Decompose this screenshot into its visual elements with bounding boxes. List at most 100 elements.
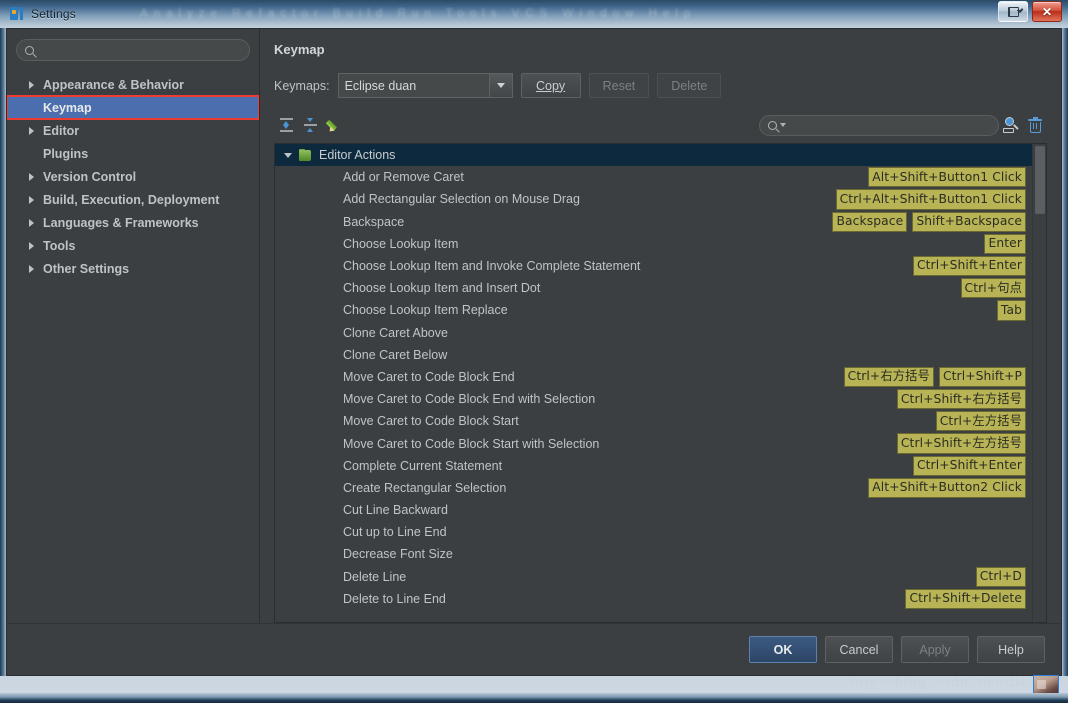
keymap-row[interactable]: Choose Lookup Item Enter	[275, 233, 1032, 255]
keymap-row[interactable]: Move Caret to Code Block Start with Sele…	[275, 432, 1032, 454]
shortcut-badge[interactable]: Ctrl+句点	[960, 278, 1026, 299]
sidebar-item-other-settings[interactable]: Other Settings	[7, 257, 259, 280]
keymap-search-box[interactable]	[759, 114, 999, 136]
keymaps-label: Keymaps:	[274, 78, 330, 93]
settings-search-box[interactable]	[16, 39, 250, 61]
sidebar-item-appearance-behavior[interactable]: Appearance & Behavior	[7, 73, 259, 96]
shortcut-badge[interactable]: Ctrl+右方括号	[843, 366, 934, 388]
keymap-row[interactable]: Choose Lookup Item Replace Tab	[275, 299, 1032, 321]
shortcut-badge[interactable]: Ctrl+D	[975, 566, 1026, 587]
shortcut-list: Ctrl+Shift+Enter	[912, 455, 1026, 476]
shortcut-badge[interactable]: Ctrl+Shift+左方括号	[896, 433, 1026, 454]
chevron-down-icon[interactable]	[488, 74, 512, 97]
sidebar-item-label: Build, Execution, Deployment	[43, 192, 220, 207]
shortcut-badge[interactable]: Ctrl+Shift+Delete	[905, 588, 1026, 609]
shortcut-badge[interactable]: Ctrl+Shift+P	[938, 366, 1026, 388]
apply-button[interactable]: Apply	[901, 636, 969, 663]
edit-shortcut-button[interactable]	[322, 114, 346, 136]
keymap-row[interactable]: Clone Caret Above	[275, 322, 1032, 344]
copy-button[interactable]: Copy	[520, 73, 581, 98]
folder-actions-icon	[299, 148, 313, 162]
keymap-row[interactable]: Move Caret to Code Block Start Ctrl+左方括号	[275, 410, 1032, 432]
keymap-row[interactable]: Decrease Font Size	[275, 543, 1032, 565]
shortcut-badge[interactable]: Ctrl+Shift+右方括号	[896, 389, 1026, 410]
keymap-action-name: Choose Lookup Item and Invoke Complete S…	[343, 259, 641, 274]
keymap-row[interactable]: Cut Line Backward	[275, 499, 1032, 521]
keymap-row[interactable]: Add or Remove Caret Alt+Shift+Button1 Cli…	[275, 166, 1032, 188]
scrollbar-thumb[interactable]	[1035, 146, 1045, 214]
keymap-list[interactable]: Editor Actions Add or Remove Caret Alt+Sh…	[275, 144, 1032, 622]
keymap-row[interactable]: Create Rectangular Selection Alt+Shift+Bu…	[275, 477, 1032, 499]
shortcut-badge[interactable]: Backspace	[832, 211, 908, 232]
find-by-shortcut-icon	[1002, 117, 1020, 133]
keymap-row[interactable]: Clone Caret Below	[275, 344, 1032, 366]
collapse-all-button[interactable]	[298, 114, 322, 136]
keymap-search-input[interactable]	[788, 118, 998, 132]
clear-shortcut-button[interactable]	[1023, 114, 1047, 136]
keymap-action-name: Cut Line Backward	[343, 503, 448, 518]
chevron-right-icon	[29, 218, 34, 227]
keymap-row[interactable]: Choose Lookup Item and Insert Dot Ctrl+句点	[275, 277, 1032, 299]
shortcut-list: Ctrl+Shift+Enter	[912, 255, 1026, 277]
keymap-list-toolbar	[274, 112, 1047, 138]
chevron-down-icon[interactable]	[284, 152, 292, 158]
window-controls: ✕	[998, 1, 1062, 22]
window-title: Settings	[31, 7, 76, 21]
sidebar-item-version-control[interactable]: Version Control	[7, 165, 259, 188]
expand-all-button[interactable]	[274, 114, 298, 136]
shortcut-list: Tab	[996, 300, 1026, 321]
find-by-shortcut-button[interactable]	[999, 114, 1023, 136]
sidebar-item-label: Languages & Frameworks	[43, 215, 199, 230]
keymap-row[interactable]: Choose Lookup Item and Invoke Complete S…	[275, 255, 1032, 277]
close-icon: ✕	[1041, 4, 1053, 19]
dialog-footer: OK Cancel Apply Help http://blog. csdn. …	[7, 623, 1061, 703]
settings-window: Settings Analyze Refactor Build Run Tool…	[0, 0, 1068, 703]
page-title: Keymap	[274, 42, 325, 57]
keymap-list-scrollbar[interactable]	[1032, 144, 1046, 622]
keymap-group-label: Editor Actions	[319, 148, 396, 163]
trash-icon	[1028, 116, 1042, 133]
keymap-row[interactable]: Add Rectangular Selection on Mouse Drag C…	[275, 188, 1032, 210]
ok-button-label: OK	[773, 642, 793, 657]
shortcut-badge[interactable]: Ctrl+Alt+Shift+Button1 Click	[835, 189, 1026, 210]
expand-all-icon	[279, 118, 293, 132]
shortcut-badge[interactable]: Enter	[984, 233, 1026, 254]
sidebar-item-editor[interactable]: Editor	[7, 119, 259, 142]
reset-button[interactable]: Reset	[588, 73, 650, 98]
ok-button[interactable]: OK	[749, 636, 817, 663]
keymap-action-name: Choose Lookup Item Replace	[343, 303, 508, 318]
sidebar-item-tools[interactable]: Tools	[7, 234, 259, 257]
keymap-row[interactable]: Cut up to Line End	[275, 521, 1032, 543]
shortcut-badge[interactable]: Ctrl+Shift+Enter	[912, 455, 1026, 476]
restore-button[interactable]	[998, 1, 1028, 22]
keymap-action-name: Complete Current Statement	[343, 458, 503, 473]
shortcut-badge[interactable]: Alt+Shift+Button1 Click	[868, 167, 1026, 188]
keymap-row[interactable]: Complete Current Statement Ctrl+Shift+Ent…	[275, 455, 1032, 477]
shortcut-badge[interactable]: Shift+Backspace	[912, 211, 1026, 232]
sidebar-item-keymap[interactable]: Keymap	[7, 95, 259, 120]
window-titlebar[interactable]: Settings Analyze Refactor Build Run Tool…	[0, 0, 1068, 28]
dialog-main: Appearance & Behavior Keymap Editor Plug…	[7, 29, 1061, 623]
shortcut-badge[interactable]: Ctrl+Shift+Enter	[912, 255, 1026, 277]
shortcut-badge[interactable]: Tab	[996, 300, 1026, 321]
keymap-action-name: Decrease Font Size	[343, 547, 453, 562]
keymap-row[interactable]: Delete to Line End Ctrl+Shift+Delete	[275, 588, 1032, 610]
help-button[interactable]: Help	[977, 636, 1045, 663]
keymap-dropdown[interactable]: Eclipse duan	[337, 73, 513, 98]
close-button[interactable]: ✕	[1032, 1, 1062, 22]
keymap-row[interactable]: Backspace Backspace Shift+Backspace	[275, 211, 1032, 233]
keymap-group-editor-actions[interactable]: Editor Actions	[275, 144, 1032, 167]
settings-search-input[interactable]	[34, 43, 249, 57]
delete-keymap-button[interactable]: Delete	[657, 73, 722, 98]
chevron-down-icon[interactable]	[780, 123, 786, 127]
keymap-row[interactable]: Move Caret to Code Block End Ctrl+右方括号 Ctr…	[275, 366, 1032, 388]
shortcut-badge[interactable]: Ctrl+左方括号	[935, 411, 1026, 432]
sidebar-item-build-execution-deployment[interactable]: Build, Execution, Deployment	[7, 188, 259, 211]
shortcut-list: Ctrl+右方括号 Ctrl+Shift+P	[843, 366, 1026, 388]
keymap-row[interactable]: Delete Line Ctrl+D	[275, 566, 1032, 588]
sidebar-item-languages-frameworks[interactable]: Languages & Frameworks	[7, 211, 259, 234]
shortcut-badge[interactable]: Alt+Shift+Button2 Click	[868, 477, 1026, 499]
cancel-button[interactable]: Cancel	[825, 636, 893, 663]
keymap-row[interactable]: Move Caret to Code Block End with Select…	[275, 388, 1032, 410]
sidebar-item-plugins[interactable]: Plugins	[7, 142, 259, 165]
